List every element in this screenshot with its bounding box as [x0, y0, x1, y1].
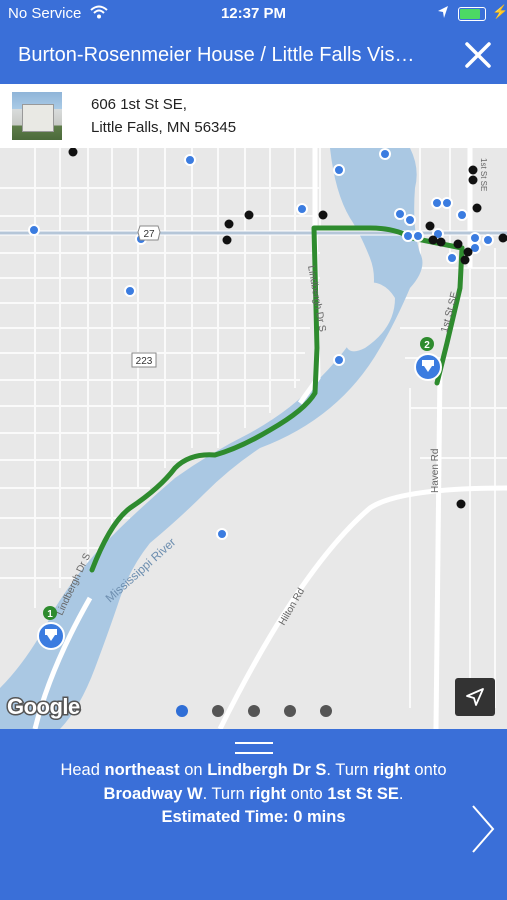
directions-part: .	[398, 784, 404, 803]
svg-text:27: 27	[143, 229, 155, 240]
directions-part: Head	[60, 761, 105, 779]
svg-text:1: 1	[47, 609, 53, 620]
directions-text: Head northeast on Lindbergh Dr S. Turn r…	[40, 759, 467, 830]
road-label-haven: Haven Rd	[430, 449, 441, 493]
address-street: 606 1st St SE,	[91, 96, 187, 113]
battery-level	[460, 9, 480, 19]
close-icon	[465, 42, 491, 68]
directions-part: . Turn	[202, 784, 250, 803]
map-canvas: Lindbergh Dr S Lindbergh Dr S 1st St SE …	[0, 148, 507, 729]
svg-text:2: 2	[424, 340, 430, 351]
page-dot[interactable]	[211, 705, 224, 717]
page-title: Burton-Rosenmeier House / Little Falls V…	[18, 44, 415, 66]
next-step-button[interactable]	[470, 804, 496, 854]
directions-part: Lindbergh Dr S	[207, 761, 327, 779]
page-dot[interactable]	[175, 705, 188, 717]
directions-part: right	[249, 784, 287, 803]
chevron-right-icon	[472, 805, 495, 853]
estimated-time: Estimated Time: 0 mins	[161, 808, 346, 826]
page-dot[interactable]	[247, 705, 260, 717]
directions-part: onto	[409, 761, 447, 779]
road-label-1st-st-top: 1st St SE	[479, 158, 488, 191]
directions-part: on	[179, 761, 208, 779]
route-map[interactable]: Lindbergh Dr S Lindbergh Dr S 1st St SE …	[0, 148, 507, 729]
clock: 12:37 PM	[220, 5, 287, 22]
status-bar: No Service 12:37 PM ⚡	[0, 0, 507, 28]
page-indicator[interactable]	[0, 704, 507, 718]
location-thumbnail	[12, 92, 62, 140]
directions-part: Broadway W	[103, 784, 203, 803]
charging-bolt-icon: ⚡	[492, 4, 507, 19]
route-shield-27: 27	[137, 225, 161, 241]
page-dot[interactable]	[283, 705, 296, 717]
directions-instructions: Head northeast on Lindbergh Dr S. Turn r…	[60, 761, 446, 803]
drag-handle[interactable]	[235, 742, 273, 754]
directions-panel: Head northeast on Lindbergh Dr S. Turn r…	[0, 729, 507, 900]
address-card[interactable]: 606 1st St SE, Little Falls, MN 56345	[0, 84, 507, 148]
directions-part: 1st St SE	[327, 784, 399, 803]
directions-part: . Turn	[326, 761, 374, 779]
svg-text:223: 223	[136, 356, 153, 367]
close-button[interactable]	[463, 40, 493, 70]
directions-part: right	[373, 761, 410, 779]
route-shield-223: 223	[131, 352, 157, 368]
location-arrow-icon	[437, 5, 449, 23]
directions-part: northeast	[104, 761, 180, 779]
app-header: Burton-Rosenmeier House / Little Falls V…	[0, 28, 507, 84]
battery-icon	[458, 7, 486, 21]
address-city: Little Falls, MN 56345	[91, 119, 237, 136]
directions-part: onto	[286, 784, 328, 803]
page-dot[interactable]	[319, 705, 332, 717]
